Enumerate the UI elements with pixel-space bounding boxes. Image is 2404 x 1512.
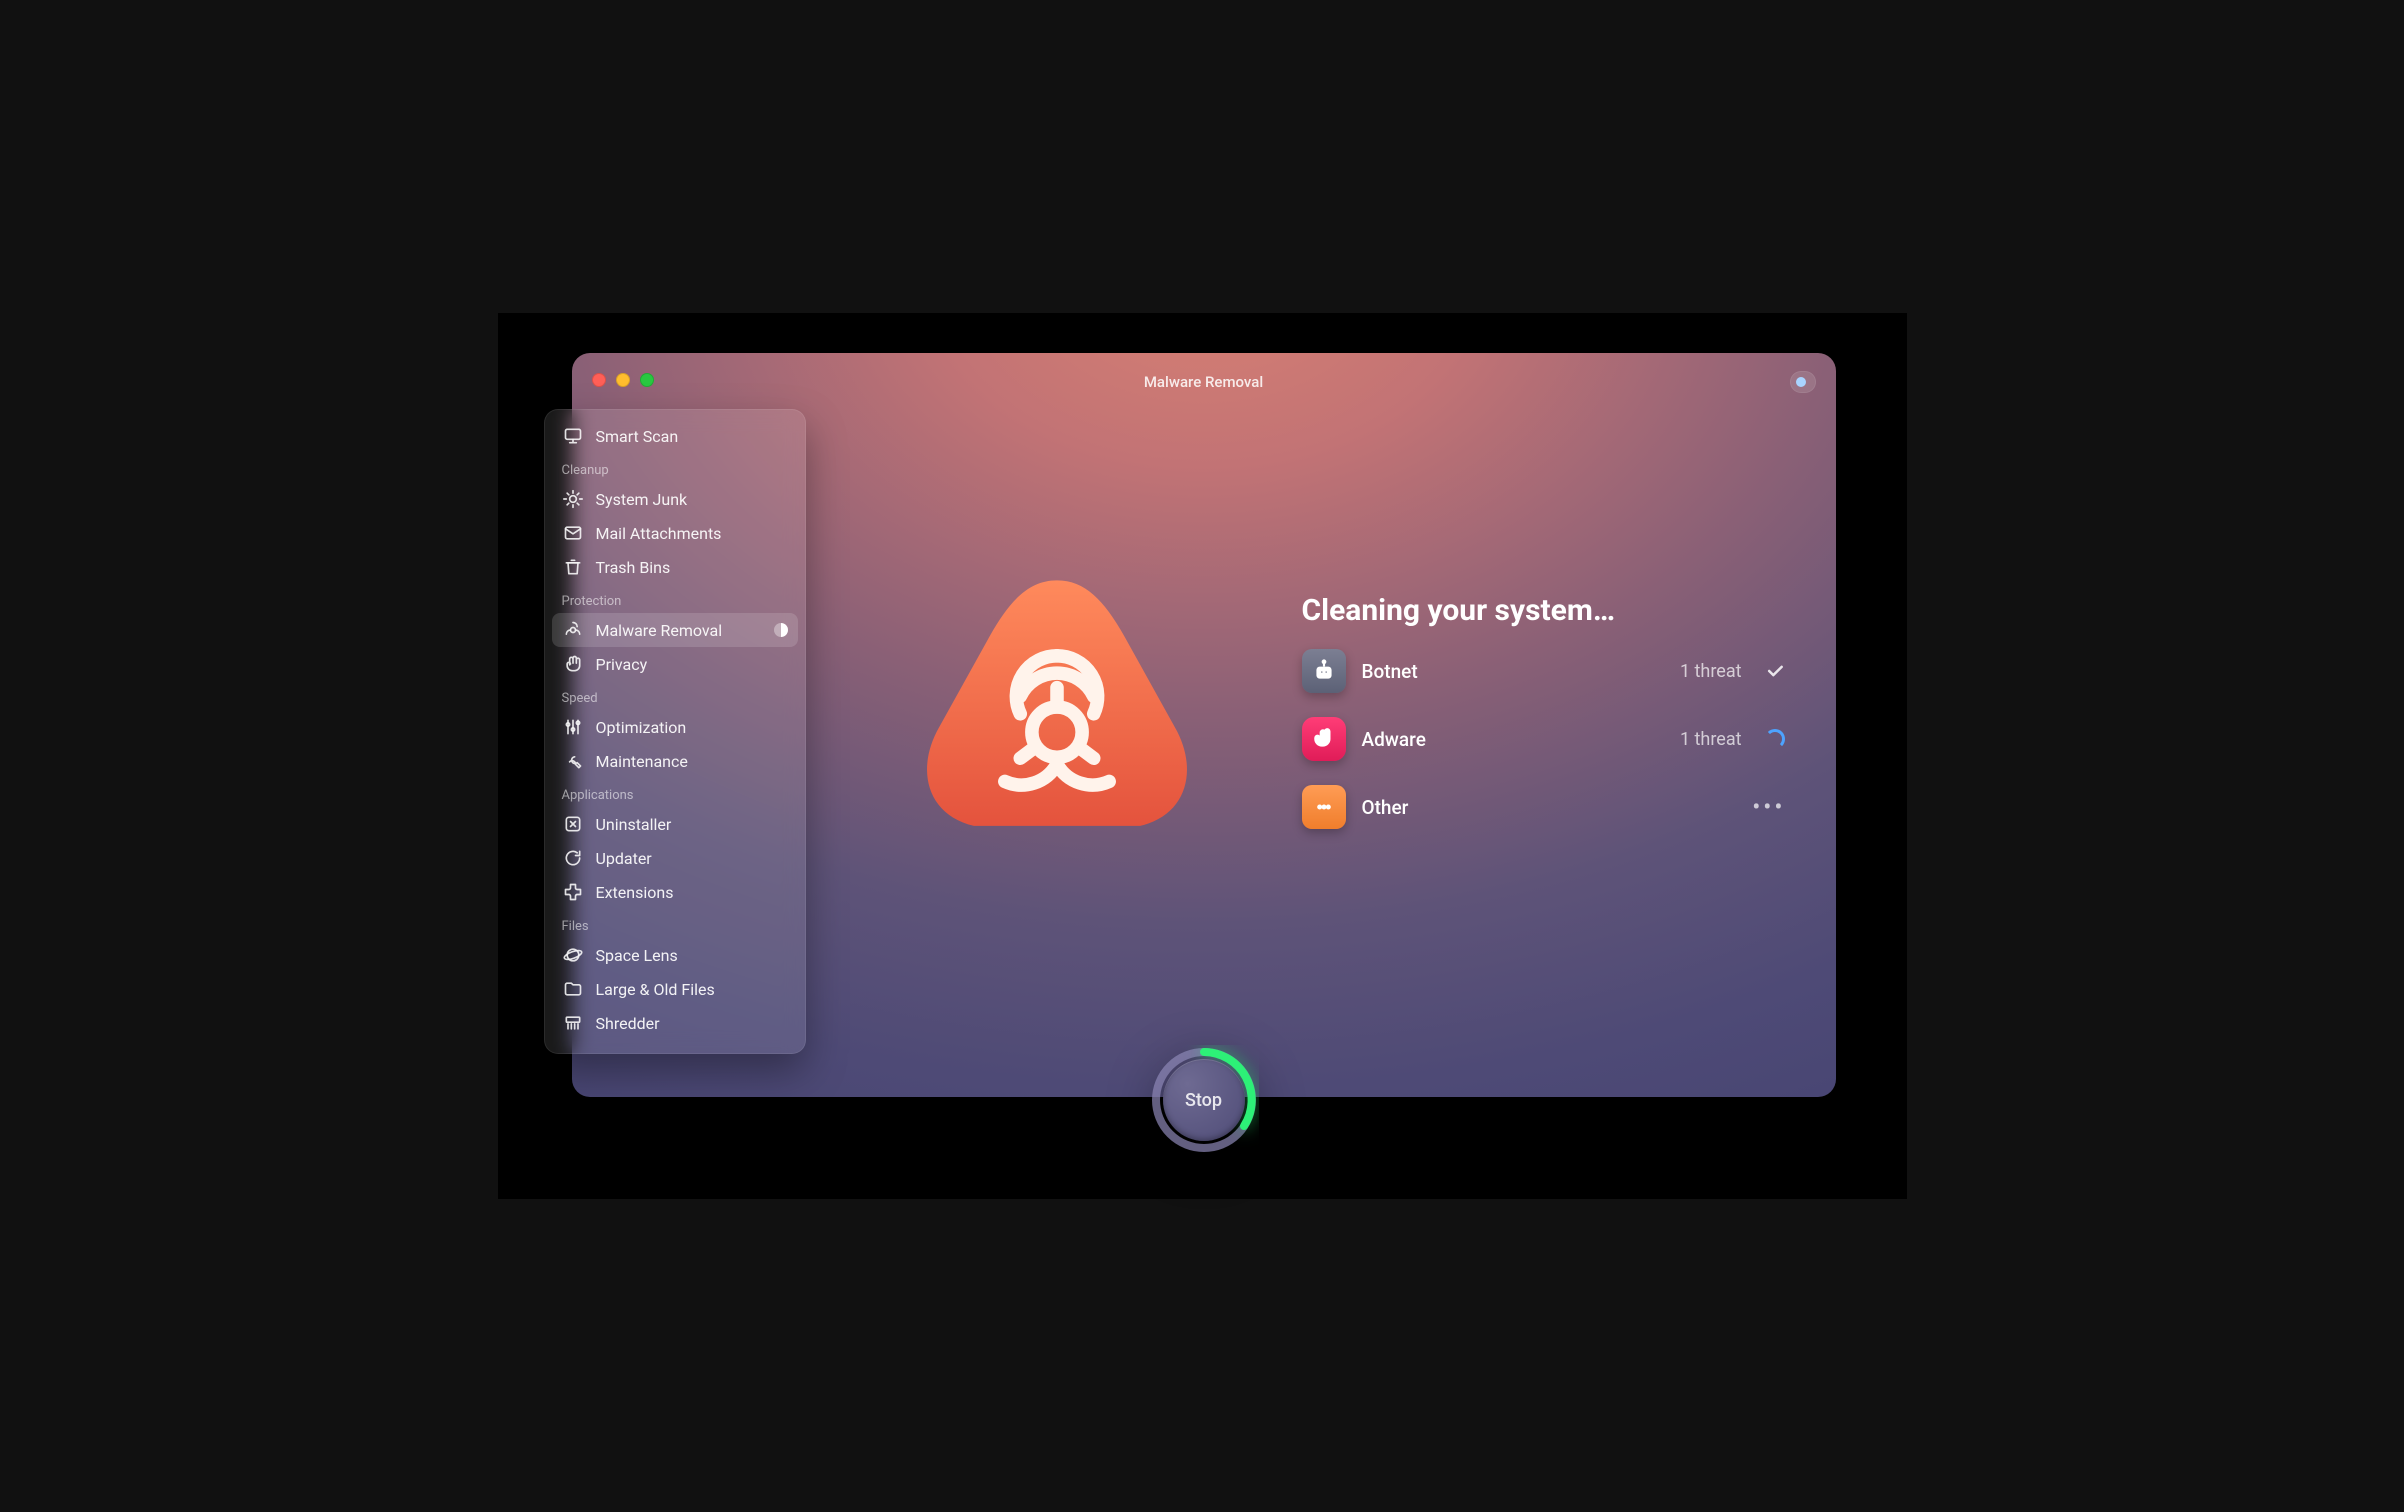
status-heading: Cleaning your system… <box>1302 593 1616 628</box>
assistant-pill[interactable] <box>1790 371 1816 393</box>
sidebar-item-uninstaller[interactable]: Uninstaller <box>552 807 798 841</box>
sidebar-item-label: Malware Removal <box>596 621 723 640</box>
sidebar-item-large-old-files[interactable]: Large & Old Files <box>552 972 798 1006</box>
biohazard-icon <box>562 619 584 641</box>
sidebar-item-smart-scan[interactable]: Smart Scan <box>552 419 798 453</box>
sidebar-item-label: Maintenance <box>596 752 688 771</box>
sidebar-item-label: Uninstaller <box>596 815 672 834</box>
sidebar-section-title: Applications <box>552 778 798 807</box>
sidebar-section-title: Files <box>552 909 798 938</box>
trash-icon <box>562 556 584 578</box>
uninstall-icon <box>562 813 584 835</box>
sidebar-item-label: Space Lens <box>596 946 678 965</box>
sidebar-item-system-junk[interactable]: System Junk <box>552 482 798 516</box>
page-title: Malware Removal <box>572 373 1836 391</box>
threat-count: 1 threat <box>1680 661 1742 682</box>
adware-icon <box>1302 717 1346 761</box>
sidebar-item-shredder[interactable]: Shredder <box>552 1006 798 1040</box>
sidebar-item-space-lens[interactable]: Space Lens <box>552 938 798 972</box>
sidebar-item-label: Shredder <box>596 1014 660 1033</box>
main-content: Cleaning your system… Botnet <box>872 473 1796 1037</box>
sidebar-item-label: Optimization <box>596 718 687 737</box>
threat-name: Other <box>1362 796 1409 819</box>
spinner-icon <box>1764 728 1786 750</box>
sidebar-item-maintenance[interactable]: Maintenance <box>552 744 798 778</box>
sidebar-item-optimization[interactable]: Optimization <box>552 710 798 744</box>
planet-icon <box>562 944 584 966</box>
threat-name: Adware <box>1362 728 1426 751</box>
sidebar-section-title: Cleanup <box>552 453 798 482</box>
threat-count: 1 threat <box>1680 729 1742 750</box>
stop-label: Stop <box>1163 1059 1245 1141</box>
sidebar-section-title: Speed <box>552 681 798 710</box>
sidebar-item-label: Mail Attachments <box>596 524 722 543</box>
sliders-icon <box>562 716 584 738</box>
sidebar-item-label: Updater <box>596 849 652 868</box>
sidebar-item-label: Smart Scan <box>596 427 679 446</box>
sidebar-item-mail-attachments[interactable]: Mail Attachments <box>552 516 798 550</box>
stop-button[interactable]: Stop <box>1149 1045 1259 1155</box>
refresh-icon <box>562 847 584 869</box>
sidebar-item-extensions[interactable]: Extensions <box>552 875 798 909</box>
gear-sparkle-icon <box>562 488 584 510</box>
wrench-icon <box>562 750 584 772</box>
other-icon <box>1302 785 1346 829</box>
envelope-icon <box>562 522 584 544</box>
threat-list: Botnet 1 threat Adware 1 threat <box>1302 649 1786 829</box>
puzzle-icon <box>562 881 584 903</box>
sidebar-section-title: Protection <box>552 584 798 613</box>
check-icon <box>1764 660 1786 682</box>
sidebar-item-updater[interactable]: Updater <box>552 841 798 875</box>
display-icon <box>562 425 584 447</box>
hero-biohazard-icon <box>912 563 1202 853</box>
sidebar: Smart Scan Cleanup System Junk Mail Atta… <box>544 409 806 1054</box>
sidebar-item-trash-bins[interactable]: Trash Bins <box>552 550 798 584</box>
folder-icon <box>562 978 584 1000</box>
progress-badge-icon <box>774 623 788 637</box>
sidebar-item-privacy[interactable]: Privacy <box>552 647 798 681</box>
sidebar-item-label: System Junk <box>596 490 688 509</box>
threat-row-adware: Adware 1 threat <box>1302 717 1786 761</box>
threat-name: Botnet <box>1362 660 1418 683</box>
sidebar-item-label: Extensions <box>596 883 674 902</box>
sidebar-item-label: Large & Old Files <box>596 980 715 999</box>
sidebar-item-label: Trash Bins <box>596 558 671 577</box>
sidebar-item-label: Privacy <box>596 655 648 674</box>
shredder-icon <box>562 1012 584 1034</box>
threat-row-other: Other ••• <box>1302 785 1786 829</box>
botnet-icon <box>1302 649 1346 693</box>
hand-icon <box>562 653 584 675</box>
threat-row-botnet: Botnet 1 threat <box>1302 649 1786 693</box>
sidebar-item-malware-removal[interactable]: Malware Removal <box>552 613 798 647</box>
app-window: Malware Removal Smart Scan Cleanup Syste… <box>572 353 1836 1097</box>
pending-ellipsis-icon: ••• <box>1752 793 1785 821</box>
assistant-dot-icon <box>1796 377 1806 387</box>
